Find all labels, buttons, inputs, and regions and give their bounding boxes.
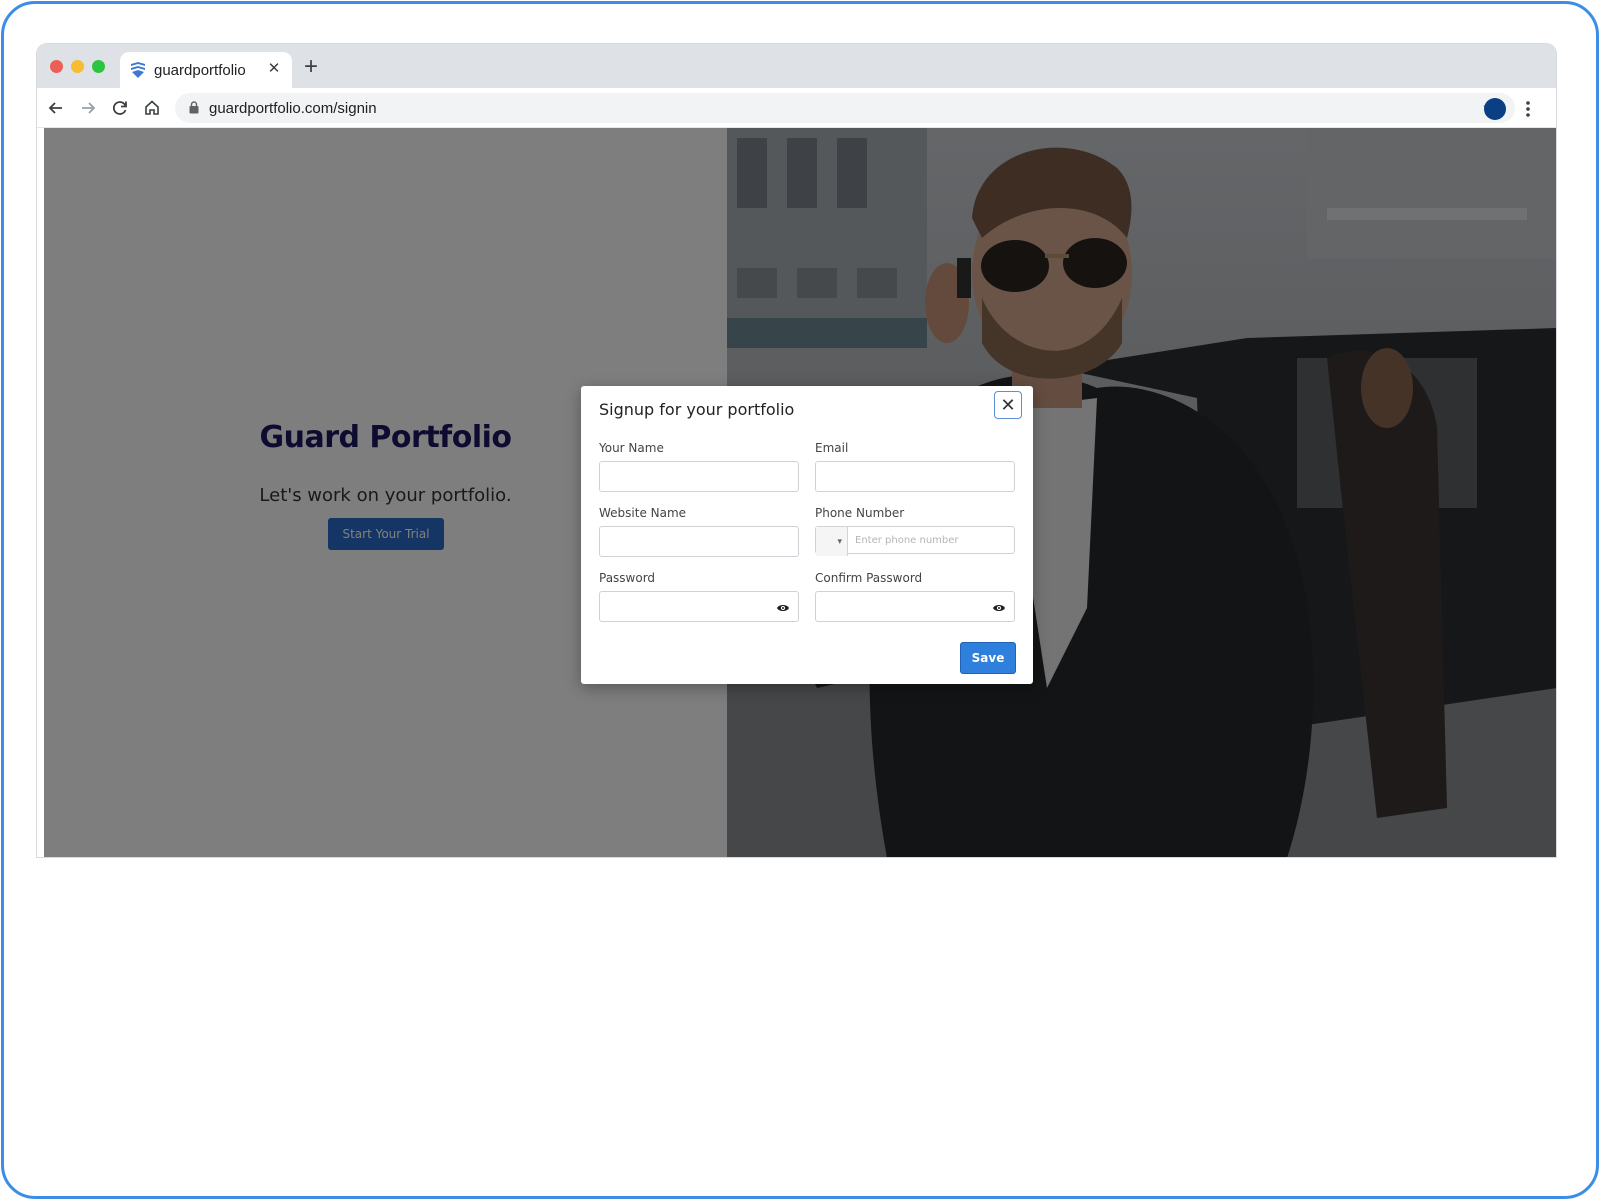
back-arrow-icon[interactable] [45,97,67,119]
phone-placeholder: Enter phone number [855,535,959,546]
minimize-window-button[interactable] [71,60,84,73]
email-label: Email [815,441,849,455]
tab-title: guardportfolio [154,62,246,79]
close-window-button[interactable] [50,60,63,73]
confirm-password-label: Confirm Password [815,571,923,585]
browser-menu-icon[interactable] [1525,98,1531,120]
modal-close-button[interactable]: ✕ [994,391,1022,419]
browser-window: guardportfolio ✕ + guardportfolio.com/si… [37,44,1556,857]
shield-favicon-icon [129,61,147,79]
home-icon[interactable] [141,97,163,119]
signup-modal: Signup for your portfolio ✕ Your Name Em… [581,386,1033,684]
website-name-label: Website Name [599,506,687,520]
reload-icon[interactable] [109,97,131,119]
your-name-input[interactable] [599,461,799,492]
phone-number-label: Phone Number [815,506,905,520]
your-name-label: Your Name [599,441,664,455]
maximize-window-button[interactable] [92,60,105,73]
tab-strip: guardportfolio ✕ + [37,44,1556,88]
browser-toolbar: guardportfolio.com/signin [37,88,1556,128]
email-input[interactable] [815,461,1015,492]
save-button[interactable]: Save [960,642,1016,674]
profile-avatar[interactable] [1484,98,1506,120]
url-text: guardportfolio.com/signin [209,100,377,117]
modal-title: Signup for your portfolio [599,400,795,419]
show-password-eye-icon[interactable] [776,601,790,613]
tab-guardportfolio[interactable]: guardportfolio ✕ [120,52,292,88]
password-input[interactable] [599,591,799,622]
website-name-input[interactable] [599,526,799,557]
lock-icon [189,101,199,114]
tab-close-icon[interactable]: ✕ [266,61,282,77]
address-bar[interactable]: guardportfolio.com/signin [175,93,1515,123]
country-code-dropdown[interactable]: ▾ [816,527,848,556]
forward-arrow-icon[interactable] [77,97,99,119]
page-viewport: Guard Portfolio Let's work on your portf… [44,128,1556,857]
password-label: Password [599,571,656,585]
confirm-password-input[interactable] [815,591,1015,622]
new-tab-icon[interactable]: + [300,55,322,79]
show-confirm-password-eye-icon[interactable] [992,601,1006,613]
phone-number-input[interactable]: ▾ Enter phone number [815,526,1015,556]
